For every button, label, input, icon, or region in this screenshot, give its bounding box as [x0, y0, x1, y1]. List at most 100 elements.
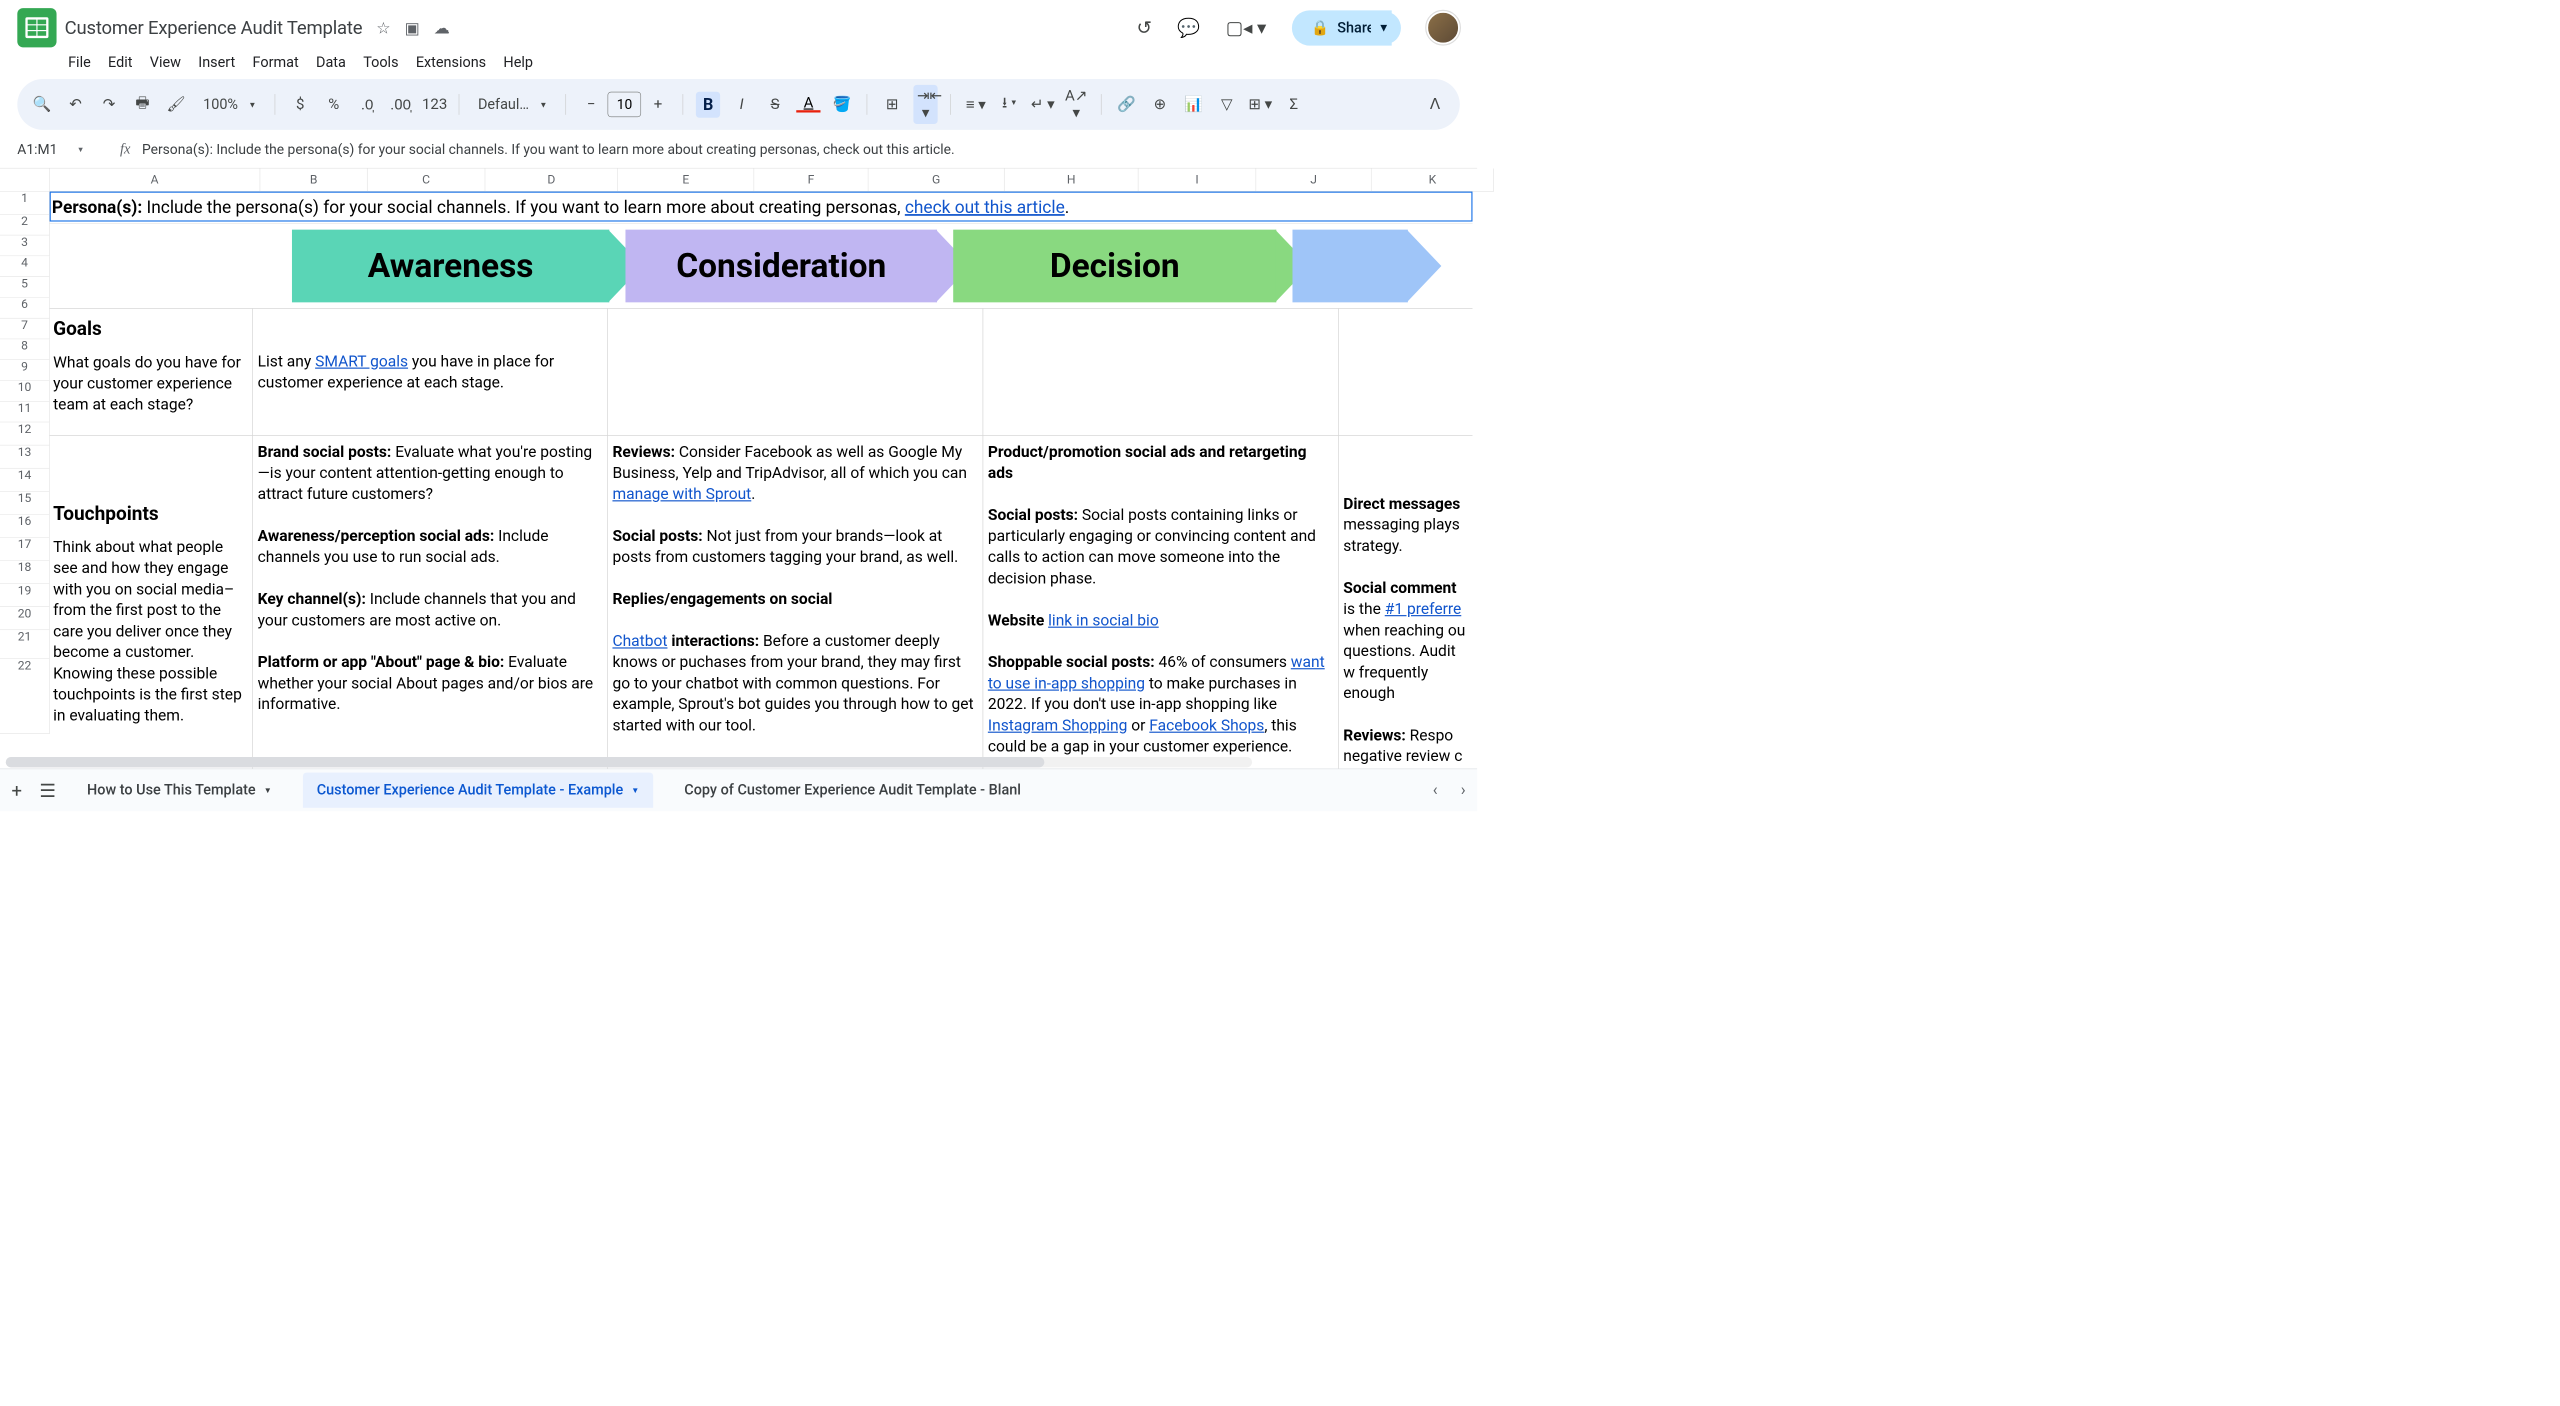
text-rotation-icon[interactable]: A↗ ▾: [1064, 87, 1088, 122]
cloud-status-icon[interactable]: ☁: [434, 18, 450, 37]
horizontal-align-icon[interactable]: ≡ ▾: [964, 95, 988, 113]
sheet-tab-howto[interactable]: How to Use This Template▼: [73, 773, 285, 808]
filter-views-icon[interactable]: ⊞ ▾: [1248, 96, 1272, 113]
account-avatar[interactable]: [1426, 11, 1459, 44]
vertical-align-icon[interactable]: ⭳ ▾: [997, 92, 1021, 117]
formula-bar[interactable]: Persona(s): Include the persona(s) for y…: [142, 141, 955, 157]
tab-scroll-left-icon[interactable]: ‹: [1433, 781, 1438, 800]
row-header[interactable]: 21: [0, 630, 50, 659]
font-selector[interactable]: Defaul…▼: [472, 96, 553, 113]
insert-link-icon[interactable]: 🔗: [1114, 96, 1138, 113]
meet-icon[interactable]: ▢◂ ▾: [1226, 17, 1267, 39]
menu-data[interactable]: Data: [316, 54, 346, 71]
persona-link[interactable]: check out this article: [905, 197, 1065, 217]
ig-link[interactable]: Instagram Shopping: [988, 716, 1128, 734]
tab-scroll-right-icon[interactable]: ›: [1461, 781, 1466, 800]
goals-heading-cell[interactable]: Goals What goals do you have for your cu…: [50, 309, 253, 435]
row-header[interactable]: 4: [0, 256, 50, 277]
touchpoints-consideration-cell[interactable]: Reviews: Consider Facebook as well as Go…: [608, 436, 983, 794]
menu-tools[interactable]: Tools: [363, 54, 398, 71]
insert-comment-icon[interactable]: ⊕: [1148, 96, 1172, 113]
format-percent-icon[interactable]: %: [322, 96, 346, 113]
row-header[interactable]: 5: [0, 277, 50, 298]
goals-decision-cell[interactable]: [983, 309, 1338, 435]
row-header[interactable]: 20: [0, 607, 50, 630]
merge-cells-icon[interactable]: ⇥⇤ ▾: [914, 85, 938, 124]
row-header[interactable]: 16: [0, 515, 50, 538]
row-header[interactable]: 8: [0, 339, 50, 360]
row-header[interactable]: 11: [0, 402, 50, 423]
italic-button[interactable]: I: [729, 96, 753, 113]
functions-icon[interactable]: Σ: [1282, 96, 1306, 113]
zoom-selector[interactable]: 100%▼: [197, 96, 262, 113]
strikethrough-button[interactable]: S: [763, 96, 787, 113]
history-icon[interactable]: ↺: [1136, 17, 1151, 39]
font-size-input[interactable]: [608, 92, 641, 117]
sprout-link[interactable]: manage with Sprout: [612, 485, 751, 503]
borders-icon[interactable]: ⊞: [880, 96, 904, 113]
touchpoints-heading-cell[interactable]: Touchpoints Think about what people see …: [50, 436, 253, 794]
row-header[interactable]: 12: [0, 422, 50, 445]
row-header[interactable]: 14: [0, 469, 50, 492]
format-123-icon[interactable]: 123: [422, 96, 446, 113]
row-header[interactable]: 7: [0, 319, 50, 340]
menu-format[interactable]: Format: [253, 54, 299, 71]
decrease-font-icon[interactable]: −: [579, 96, 603, 113]
goals-awareness-cell[interactable]: List any SMART goals you have in place f…: [253, 309, 608, 435]
decrease-decimal-icon[interactable]: .0̩: [355, 95, 379, 113]
col-header[interactable]: K: [1372, 168, 1494, 191]
chatbot-link[interactable]: Chatbot: [612, 632, 667, 650]
row-header[interactable]: 10: [0, 381, 50, 402]
filter-icon[interactable]: ▽: [1215, 96, 1239, 113]
fill-color-icon[interactable]: 🪣: [830, 96, 854, 113]
pref-link[interactable]: #1 preferre: [1385, 600, 1462, 618]
row-header[interactable]: 22: [0, 659, 50, 734]
row-header[interactable]: 19: [0, 584, 50, 607]
name-box[interactable]: A1:M1▼: [10, 138, 91, 161]
redo-icon[interactable]: ↷: [97, 96, 121, 113]
col-header[interactable]: G: [868, 168, 1004, 191]
print-icon[interactable]: 🖶: [130, 92, 154, 117]
menu-insert[interactable]: Insert: [198, 54, 235, 71]
touchpoints-decision-cell[interactable]: Product/promotion social ads and retarge…: [983, 436, 1338, 794]
goals-consideration-cell[interactable]: [608, 309, 983, 435]
menu-file[interactable]: File: [68, 54, 91, 71]
goals-next-cell[interactable]: [1339, 309, 1473, 435]
cell-a1[interactable]: Persona(s): Include the persona(s) for y…: [50, 192, 1473, 224]
row-header[interactable]: 3: [0, 235, 50, 256]
menu-help[interactable]: Help: [503, 54, 533, 71]
col-header[interactable]: D: [485, 168, 618, 191]
increase-decimal-icon[interactable]: .00̩: [389, 95, 413, 113]
add-sheet-icon[interactable]: +: [12, 779, 22, 801]
share-dropdown[interactable]: ▼: [1371, 11, 1401, 44]
collapse-toolbar-icon[interactable]: ᐱ: [1423, 96, 1447, 113]
comments-icon[interactable]: 💬: [1177, 17, 1200, 39]
move-folder-icon[interactable]: ▣: [405, 18, 420, 37]
row-header[interactable]: 17: [0, 538, 50, 561]
row-header[interactable]: 13: [0, 445, 50, 468]
col-header[interactable]: E: [618, 168, 754, 191]
row-header[interactable]: 1: [0, 192, 50, 215]
menu-view[interactable]: View: [150, 54, 181, 71]
undo-icon[interactable]: ↶: [63, 96, 87, 113]
touchpoints-next-cell[interactable]: Direct messages messaging plays strategy…: [1339, 436, 1473, 794]
col-header[interactable]: I: [1138, 168, 1256, 191]
smart-goals-link[interactable]: SMART goals: [315, 352, 408, 370]
col-header[interactable]: A: [50, 168, 261, 191]
paint-format-icon[interactable]: 🖌: [164, 96, 188, 113]
col-header[interactable]: C: [368, 168, 486, 191]
bio-link[interactable]: link in social bio: [1048, 611, 1159, 629]
col-header[interactable]: J: [1256, 168, 1371, 191]
all-sheets-icon[interactable]: ☰: [39, 779, 56, 801]
text-wrap-icon[interactable]: ↵ ▾: [1031, 96, 1055, 113]
sheets-logo[interactable]: [17, 8, 56, 47]
sheet-tab-copy[interactable]: Copy of Customer Experience Audit Templa…: [670, 773, 1034, 808]
increase-font-icon[interactable]: +: [646, 96, 670, 113]
col-header[interactable]: H: [1005, 168, 1139, 191]
search-icon[interactable]: 🔍: [30, 96, 54, 113]
row-header[interactable]: 6: [0, 298, 50, 319]
row-header[interactable]: 15: [0, 492, 50, 515]
select-all-corner[interactable]: [0, 168, 50, 191]
col-header[interactable]: F: [754, 168, 868, 191]
bold-button[interactable]: B: [696, 91, 720, 117]
